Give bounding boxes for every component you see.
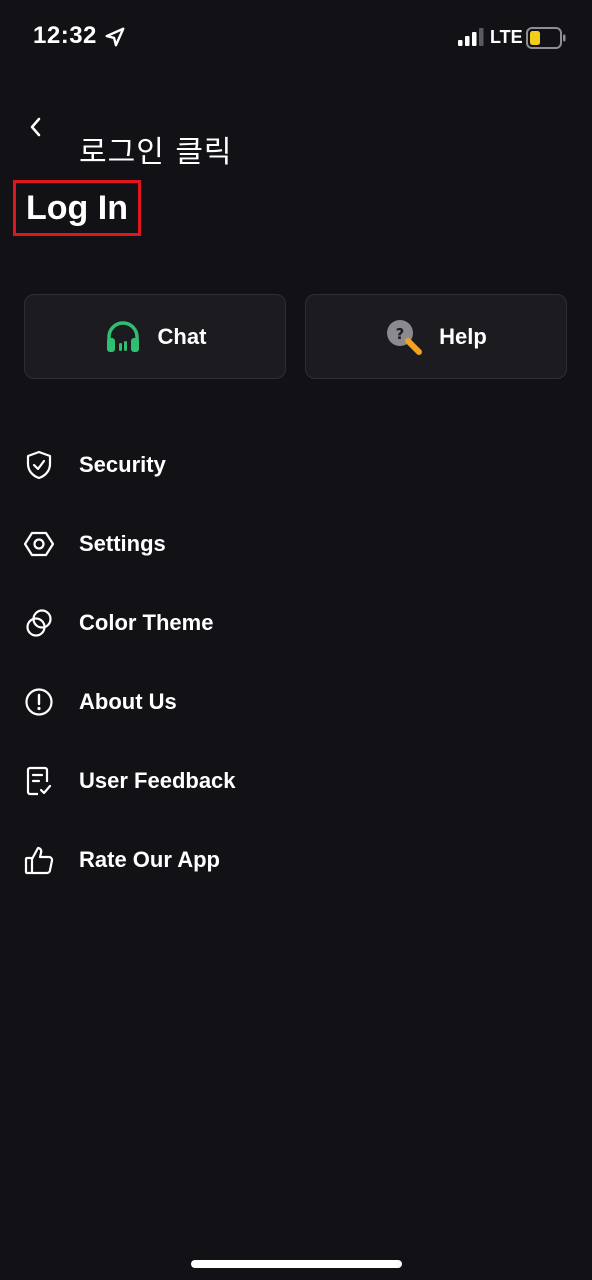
network-type: LTE (490, 27, 523, 47)
shield-icon (24, 450, 54, 480)
menu-item-settings[interactable]: Settings (0, 504, 592, 583)
menu-item-security[interactable]: Security (0, 425, 592, 504)
location-arrow-icon (105, 27, 125, 47)
help-label: Help (439, 323, 487, 349)
chat-label: Chat (157, 323, 207, 349)
menu-list: Security Settings Color Theme About Us U… (0, 425, 592, 899)
color-theme-icon (24, 608, 54, 638)
annotation-label: 로그인 클릭 (79, 135, 233, 170)
chat-button[interactable]: Chat (24, 294, 286, 379)
home-indicator[interactable] (191, 1260, 402, 1268)
help-button[interactable]: ? Help (305, 294, 567, 379)
chevron-left-icon (30, 117, 41, 137)
feedback-icon (24, 766, 54, 796)
gear-icon (24, 529, 54, 559)
login-button[interactable]: Log In (13, 180, 141, 236)
menu-label-security: Security (79, 451, 166, 477)
menu-label-rate-our-app: Rate Our App (79, 846, 220, 872)
battery-icon (526, 27, 566, 49)
svg-text:?: ? (396, 325, 405, 343)
thumbs-up-icon (24, 845, 54, 875)
status-time: 12:32 (33, 22, 97, 49)
menu-item-rate-our-app[interactable]: Rate Our App (0, 820, 592, 899)
menu-label-settings: Settings (79, 530, 166, 556)
back-button[interactable] (20, 110, 50, 144)
signal-strength-icon (458, 28, 484, 46)
headset-icon (104, 318, 142, 356)
menu-label-user-feedback: User Feedback (79, 767, 236, 793)
info-icon (24, 687, 54, 717)
menu-label-color-theme: Color Theme (79, 609, 214, 635)
menu-item-color-theme[interactable]: Color Theme (0, 583, 592, 662)
help-search-icon: ? (385, 318, 423, 356)
menu-item-user-feedback[interactable]: User Feedback (0, 741, 592, 820)
quick-actions: Chat ? Help (24, 294, 568, 379)
status-bar: 12:32 LTE (0, 0, 592, 80)
menu-item-about-us[interactable]: About Us (0, 662, 592, 741)
menu-label-about-us: About Us (79, 688, 177, 714)
